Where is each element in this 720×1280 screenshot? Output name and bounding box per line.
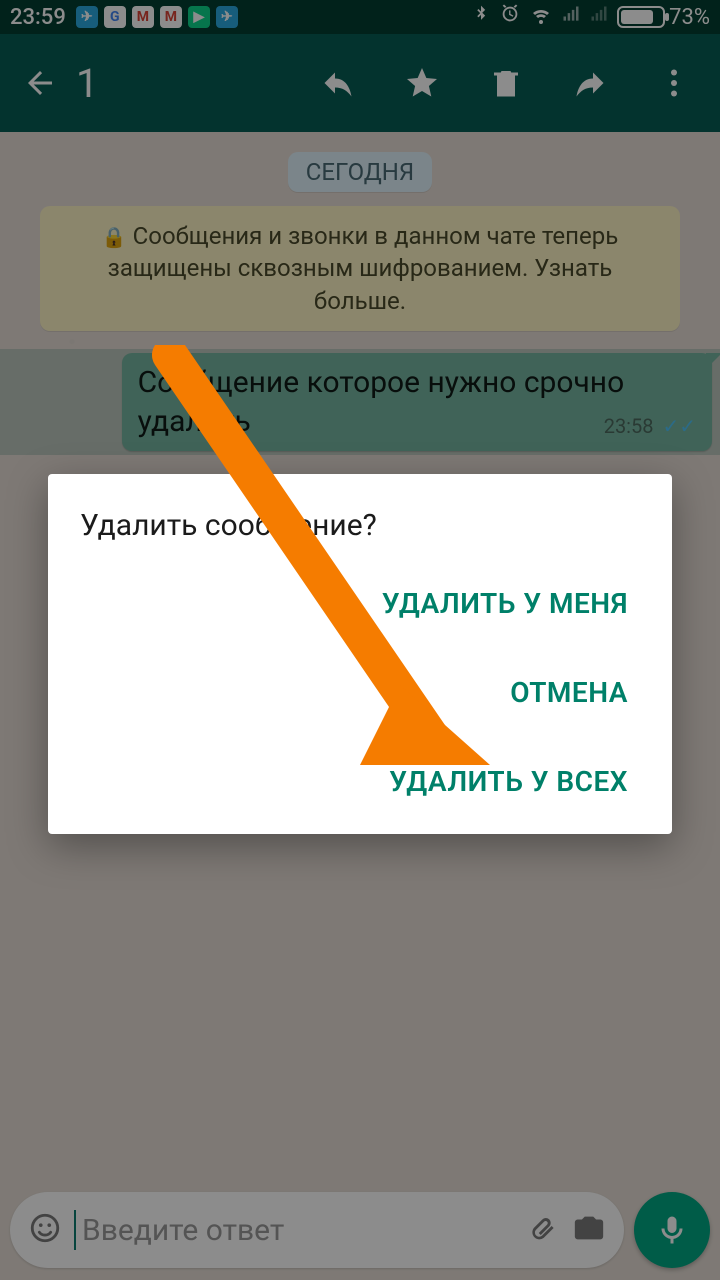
delete-message-dialog: Удалить сообщение? УДАЛИТЬ У МЕНЯ ОТМЕНА… [48,474,672,834]
delete-for-everyone-button[interactable]: УДАЛИТЬ У ВСЕХ [383,757,634,806]
delete-for-me-button[interactable]: УДАЛИТЬ У МЕНЯ [376,579,634,628]
dialog-title: Удалить сообщение? [80,508,640,543]
cancel-button[interactable]: ОТМЕНА [504,668,634,717]
